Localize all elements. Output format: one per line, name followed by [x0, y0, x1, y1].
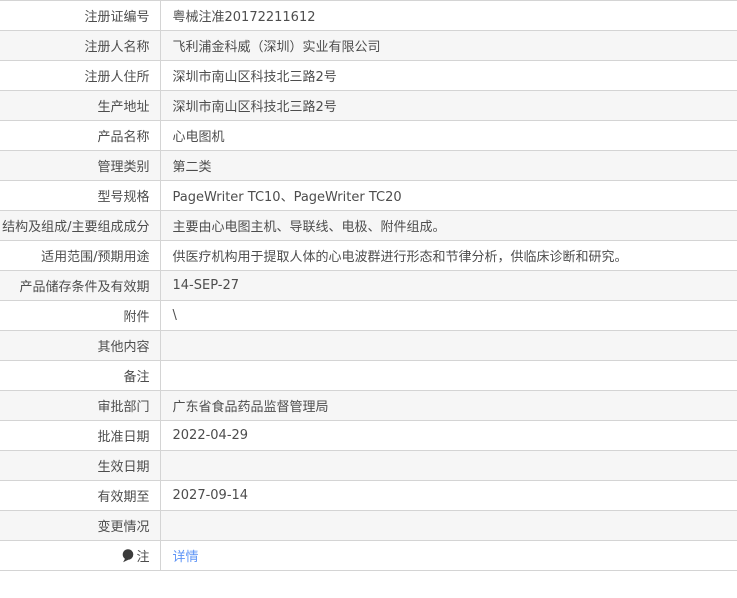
row-value-cell: 深圳市南山区科技北三路2号 — [159, 60, 737, 91]
row-label: 管理类别 — [97, 160, 150, 175]
row-label-cell: 产品名称 — [0, 120, 160, 151]
row-value-cell: 详情 — [159, 540, 737, 571]
row-value-cell: 2022-04-29 — [159, 420, 737, 451]
table-row: 有效期至 2027-09-14 — [0, 480, 737, 511]
row-label: 注 — [136, 550, 150, 565]
table-row: 附件 \ — [0, 300, 737, 331]
row-label-cell: 注册人名称 — [0, 30, 160, 61]
table-body: 注册证编号 粤械注准20172211612 注册人名称 飞利浦金科威（深圳）实业… — [0, 0, 737, 571]
row-value: 心电图机 — [172, 130, 225, 145]
row-label: 产品储存条件及有效期 — [19, 280, 150, 295]
table-row: 结构及组成/主要组成成分 主要由心电图主机、导联线、电极、附件组成。 — [0, 210, 737, 241]
row-label: 生产地址 — [97, 100, 150, 115]
row-value: PageWriter TC10、PageWriter TC20 — [172, 190, 402, 205]
row-value: 粤械注准20172211612 — [172, 10, 316, 25]
row-label-cell: 生产地址 — [0, 90, 160, 121]
row-label-cell: 注册人住所 — [0, 60, 160, 91]
row-label-cell: 管理类别 — [0, 150, 160, 181]
row-label: 变更情况 — [97, 520, 150, 535]
row-value-cell: 供医疗机构用于提取人体的心电波群进行形态和节律分析，供临床诊断和研究。 — [159, 240, 737, 271]
row-label-cell: 其他内容 — [0, 330, 160, 361]
row-label: 结构及组成/主要组成成分 — [2, 220, 150, 235]
table-row: 产品储存条件及有效期 14-SEP-27 — [0, 270, 737, 301]
table-row: 审批部门 广东省食品药品监督管理局 — [0, 390, 737, 421]
row-label-cell: 注 — [0, 540, 160, 571]
row-label-cell: 型号规格 — [0, 180, 160, 211]
row-value-cell: 14-SEP-27 — [159, 270, 737, 301]
row-label-cell: 备注 — [0, 360, 160, 391]
row-value-cell: 粤械注准20172211612 — [159, 0, 737, 31]
row-value-cell: 飞利浦金科威（深圳）实业有限公司 — [159, 30, 737, 61]
table-row: 备注 — [0, 360, 737, 391]
table-row: 批准日期 2022-04-29 — [0, 420, 737, 451]
row-value-cell — [159, 330, 737, 361]
row-label-cell: 审批部门 — [0, 390, 160, 421]
row-label: 型号规格 — [97, 190, 150, 205]
row-value-cell — [159, 450, 737, 481]
row-value: 广东省食品药品监督管理局 — [172, 400, 329, 415]
detail-link[interactable]: 详情 — [173, 550, 199, 565]
table-row: 变更情况 — [0, 510, 737, 541]
row-value: 深圳市南山区科技北三路2号 — [172, 100, 337, 115]
row-label-cell: 注册证编号 — [0, 0, 160, 31]
row-label-cell: 批准日期 — [0, 420, 160, 451]
row-value: 深圳市南山区科技北三路2号 — [172, 70, 337, 85]
note-balloon-icon — [122, 549, 134, 563]
row-value-cell: 心电图机 — [159, 120, 737, 151]
row-label: 有效期至 — [97, 490, 150, 505]
row-label-cell: 生效日期 — [0, 450, 160, 481]
registration-detail-page: 注册证编号 粤械注准20172211612 注册人名称 飞利浦金科威（深圳）实业… — [0, 0, 737, 598]
row-value: 2027-09-14 — [172, 488, 249, 503]
row-value-cell: \ — [159, 300, 737, 331]
row-value: \ — [172, 308, 177, 323]
row-value-cell: 2027-09-14 — [159, 480, 737, 511]
table-row: 注 详情 — [0, 540, 737, 571]
row-value-cell: 主要由心电图主机、导联线、电极、附件组成。 — [159, 210, 737, 241]
row-value-cell — [159, 510, 737, 541]
row-value: 主要由心电图主机、导联线、电极、附件组成。 — [172, 220, 446, 235]
row-value: 供医疗机构用于提取人体的心电波群进行形态和节律分析，供临床诊断和研究。 — [172, 250, 628, 265]
table-row: 型号规格 PageWriter TC10、PageWriter TC20 — [0, 180, 737, 211]
row-label-cell: 产品储存条件及有效期 — [0, 270, 160, 301]
table-row: 适用范围/预期用途 供医疗机构用于提取人体的心电波群进行形态和节律分析，供临床诊… — [0, 240, 737, 271]
row-label-cell: 适用范围/预期用途 — [0, 240, 160, 271]
row-label-cell: 有效期至 — [0, 480, 160, 511]
row-label: 批准日期 — [97, 430, 150, 445]
table-row: 产品名称 心电图机 — [0, 120, 737, 151]
row-label-cell: 变更情况 — [0, 510, 160, 541]
row-label: 审批部门 — [97, 400, 150, 415]
row-label: 注册证编号 — [84, 10, 150, 25]
row-label: 其他内容 — [97, 340, 150, 355]
registration-table: 注册证编号 粤械注准20172211612 注册人名称 飞利浦金科威（深圳）实业… — [0, 0, 737, 571]
table-row: 注册证编号 粤械注准20172211612 — [0, 0, 737, 31]
row-value: 14-SEP-27 — [172, 278, 240, 293]
row-label: 适用范围/预期用途 — [41, 250, 150, 265]
row-value-cell: 第二类 — [159, 150, 737, 181]
row-value-cell: PageWriter TC10、PageWriter TC20 — [159, 180, 737, 211]
table-row: 注册人名称 飞利浦金科威（深圳）实业有限公司 — [0, 30, 737, 61]
row-label: 备注 — [123, 370, 150, 385]
row-value-cell: 深圳市南山区科技北三路2号 — [159, 90, 737, 121]
row-value: 第二类 — [172, 160, 212, 175]
row-label: 生效日期 — [97, 460, 150, 475]
row-label: 注册人住所 — [84, 70, 150, 85]
row-value: 飞利浦金科威（深圳）实业有限公司 — [172, 40, 381, 55]
row-label: 附件 — [123, 310, 150, 325]
row-value-cell — [159, 360, 737, 391]
table-row: 生产地址 深圳市南山区科技北三路2号 — [0, 90, 737, 121]
row-label-cell: 附件 — [0, 300, 160, 331]
table-row: 注册人住所 深圳市南山区科技北三路2号 — [0, 60, 737, 91]
table-row: 生效日期 — [0, 450, 737, 481]
row-value: 2022-04-29 — [172, 428, 249, 443]
table-row: 其他内容 — [0, 330, 737, 361]
row-value-cell: 广东省食品药品监督管理局 — [159, 390, 737, 421]
row-label-cell: 结构及组成/主要组成成分 — [0, 210, 160, 241]
table-row: 管理类别 第二类 — [0, 150, 737, 181]
row-label: 注册人名称 — [84, 40, 150, 55]
row-label: 产品名称 — [97, 130, 150, 145]
